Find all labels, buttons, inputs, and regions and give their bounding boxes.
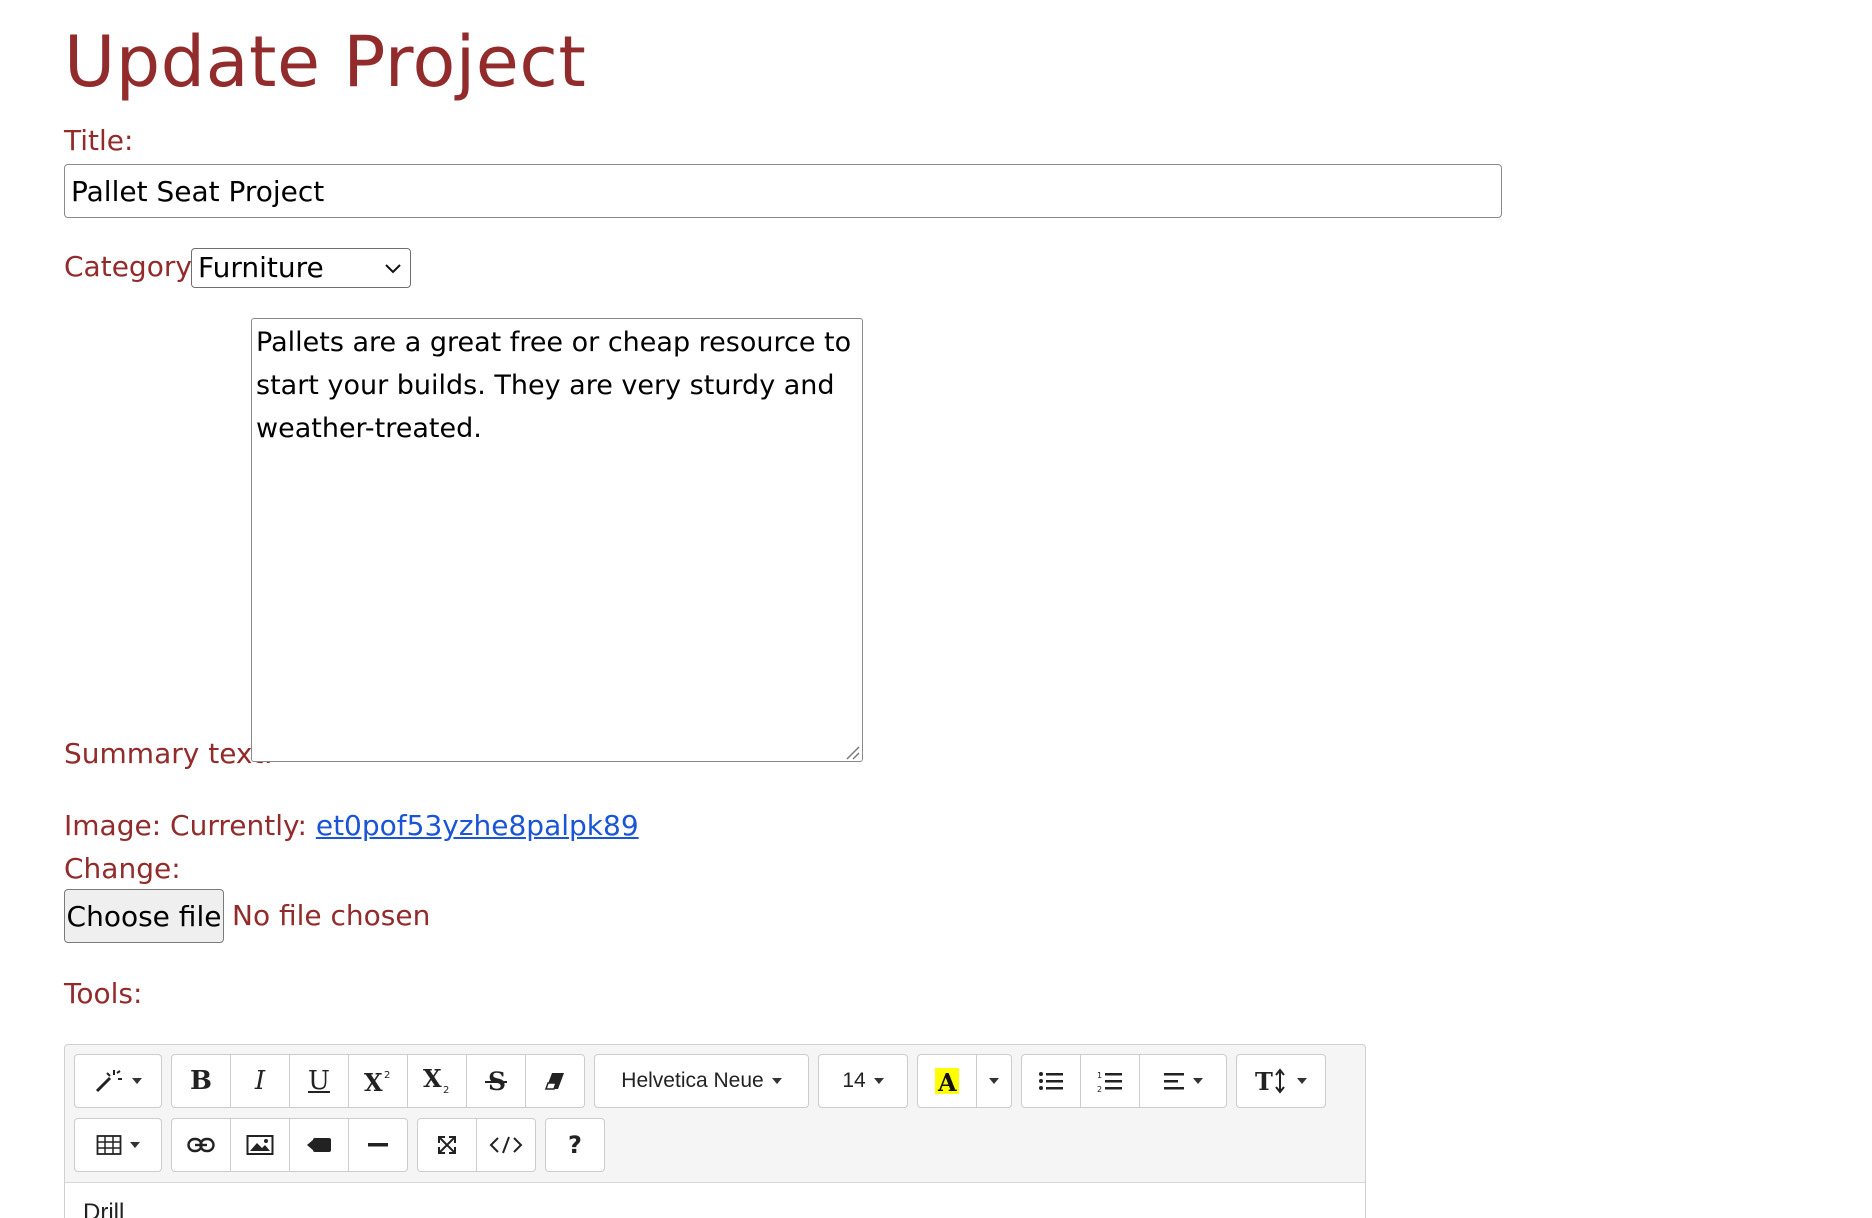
strikethrough-icon: S: [485, 1067, 507, 1095]
svg-text:1: 1: [1097, 1071, 1102, 1080]
image-row: Image: Currently: et0pof53yzhe8palpk89: [64, 809, 639, 843]
font-size-dropdown[interactable]: 14: [818, 1054, 908, 1108]
italic-button[interactable]: I: [230, 1054, 290, 1108]
tools-label: Tools:: [64, 977, 143, 1010]
caret-down-icon: [1297, 1078, 1307, 1084]
resize-handle-icon[interactable]: [844, 744, 860, 760]
eraser-icon: [544, 1073, 564, 1090]
line-height-icon: T: [1255, 1067, 1285, 1095]
horizontal-rule-button[interactable]: [348, 1118, 408, 1172]
caret-down-icon: [130, 1142, 140, 1148]
category-label: Category:: [64, 250, 200, 283]
update-project-page: Update Project Title: Category: Furnitur…: [64, 0, 1824, 1218]
svg-text:X: X: [423, 1067, 442, 1093]
insert-picture-button[interactable]: [230, 1118, 290, 1172]
text-color-button[interactable]: A: [917, 1054, 977, 1108]
picture-icon: [246, 1135, 274, 1155]
choose-file-button[interactable]: Choose file: [64, 889, 224, 943]
superscript-icon: X 2: [364, 1068, 390, 1094]
subscript-icon: X 2: [423, 1067, 449, 1095]
table-button[interactable]: [74, 1118, 162, 1172]
code-view-button[interactable]: [476, 1118, 536, 1172]
category-select[interactable]: Furniture: [191, 248, 411, 288]
strikethrough-button[interactable]: S: [466, 1054, 526, 1108]
caret-down-icon: [873, 1078, 884, 1084]
text-color-icon: A: [935, 1068, 959, 1095]
code-view-icon: [489, 1136, 523, 1154]
insert-link-button[interactable]: [171, 1118, 231, 1172]
table-icon: [96, 1135, 122, 1155]
svg-text:2: 2: [443, 1085, 449, 1095]
chevron-down-icon: [385, 264, 401, 274]
video-icon: [307, 1138, 331, 1152]
svg-text:A: A: [937, 1068, 957, 1095]
image-label: Image: Currently:: [64, 809, 307, 842]
horizontal-rule-icon: [368, 1143, 388, 1147]
insert-video-button[interactable]: [289, 1118, 349, 1172]
svg-text:T: T: [1255, 1067, 1273, 1095]
text-color-dropdown[interactable]: [976, 1054, 1012, 1108]
caret-down-icon: [132, 1078, 142, 1084]
svg-text:2: 2: [384, 1070, 390, 1081]
ordered-list-icon: 1 2: [1097, 1071, 1122, 1093]
subscript-button[interactable]: X 2: [407, 1054, 467, 1108]
bold-icon: B: [190, 1066, 212, 1096]
magic-wand-icon: [95, 1070, 122, 1093]
change-label: Change:: [64, 852, 181, 885]
bold-button[interactable]: B: [171, 1054, 231, 1108]
underline-icon: U: [308, 1066, 330, 1096]
summary-label: Summary text:: [64, 737, 273, 770]
italic-icon: I: [254, 1066, 266, 1096]
title-input[interactable]: [64, 164, 1502, 218]
rich-text-editor: B I U X 2 X 2 S Helvetica Neue 14 A 1 2 …: [64, 1044, 1366, 1218]
current-image-link[interactable]: et0pof53yzhe8palpk89: [316, 809, 639, 842]
summary-textarea[interactable]: Pallets are a great free or cheap resour…: [251, 318, 863, 762]
svg-text:X: X: [364, 1068, 383, 1094]
svg-text:2: 2: [1097, 1085, 1102, 1093]
align-icon: [1164, 1073, 1184, 1090]
style-button[interactable]: [74, 1054, 162, 1108]
font-name-value: Helvetica Neue: [621, 1069, 764, 1092]
editor-content-area[interactable]: Drill: [65, 1182, 1365, 1218]
caret-down-icon: [1193, 1078, 1203, 1084]
fullscreen-button[interactable]: [417, 1118, 477, 1172]
link-icon: [187, 1137, 215, 1153]
superscript-button[interactable]: X 2: [348, 1054, 408, 1108]
category-selected-value: Furniture: [198, 251, 324, 284]
caret-down-icon: [989, 1078, 999, 1084]
ordered-list-button[interactable]: 1 2: [1080, 1054, 1140, 1108]
editor-content-text: Drill: [83, 1199, 125, 1218]
clear-format-button[interactable]: [525, 1054, 585, 1108]
page-title: Update Project: [64, 21, 587, 103]
title-label: Title:: [64, 124, 134, 157]
font-size-value: 14: [842, 1069, 866, 1092]
unordered-list-button[interactable]: [1021, 1054, 1081, 1108]
underline-button[interactable]: U: [289, 1054, 349, 1108]
help-icon: ?: [568, 1131, 582, 1159]
unordered-list-icon: [1039, 1072, 1063, 1090]
help-button[interactable]: ?: [545, 1118, 605, 1172]
fullscreen-icon: [438, 1136, 456, 1154]
paragraph-align-button[interactable]: [1139, 1054, 1227, 1108]
caret-down-icon: [771, 1078, 782, 1084]
line-height-button[interactable]: T: [1236, 1054, 1326, 1108]
font-name-dropdown[interactable]: Helvetica Neue: [594, 1054, 809, 1108]
no-file-text: No file chosen: [232, 899, 431, 932]
